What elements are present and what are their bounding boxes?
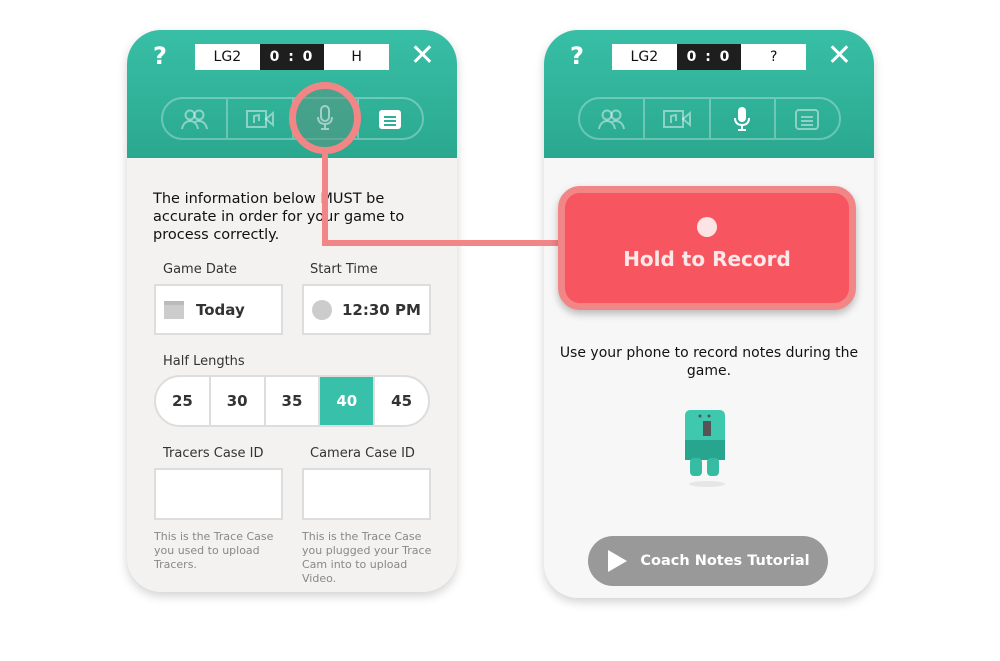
microphone-highlight[interactable] [289, 82, 361, 154]
description: Use your phone to record notes during th… [559, 345, 859, 379]
tab-microphone[interactable] [711, 99, 776, 138]
help-button[interactable]: ? [153, 42, 167, 70]
video-icon [245, 109, 274, 128]
play-icon [608, 550, 628, 572]
notes-icon [379, 109, 402, 129]
people-icon [597, 109, 625, 129]
coach-notes-screen: ? LG2 0 : 0 ? ✕ Use your phone to record… [544, 30, 874, 598]
home-away[interactable]: ? [741, 44, 807, 70]
alarm-clock-icon [312, 299, 332, 320]
help-button[interactable]: ? [570, 42, 584, 70]
camera-case-input[interactable] [302, 468, 431, 520]
robot-mascot-icon [685, 410, 725, 487]
close-button[interactable]: ✕ [827, 38, 852, 73]
game-date-label: Game Date [163, 262, 237, 277]
scoreboard: LG2 0 : 0 H [195, 44, 390, 70]
tab-video[interactable] [228, 99, 294, 138]
header: ? LG2 0 : 0 H ✕ [127, 30, 457, 158]
half-length-45[interactable]: 45 [375, 377, 428, 425]
home-away[interactable]: H [324, 44, 390, 70]
tracers-case-label: Tracers Case ID [163, 446, 264, 461]
camera-case-help: This is the Trace Case you plugged your … [302, 530, 432, 585]
start-time-label: Start Time [310, 262, 378, 277]
scoreboard: LG2 0 : 0 ? [612, 44, 807, 70]
record-label: Hold to Record [623, 247, 791, 271]
close-button[interactable]: ✕ [410, 38, 435, 73]
tab-notes[interactable] [776, 99, 839, 138]
connector-line [322, 240, 562, 246]
start-time-value: 12:30 PM [342, 300, 421, 319]
notes-icon [795, 108, 820, 130]
hold-to-record-button[interactable]: Hold to Record [558, 186, 856, 310]
half-length-35[interactable]: 35 [266, 377, 321, 425]
half-length-25[interactable]: 25 [156, 377, 211, 425]
half-length-selector: 25 30 35 40 45 [154, 375, 430, 427]
tracers-case-input[interactable] [154, 468, 283, 520]
tab-players[interactable] [163, 99, 229, 138]
video-icon [662, 109, 691, 128]
tab-notes[interactable] [359, 99, 422, 138]
connector-line [322, 150, 328, 246]
microphone-icon [317, 105, 333, 130]
tab-bar [578, 97, 841, 140]
calendar-icon [164, 300, 184, 319]
score: 0 : 0 [676, 44, 742, 70]
game-date-field[interactable]: Today [154, 284, 283, 335]
score: 0 : 0 [259, 44, 325, 70]
coach-notes-tutorial-button[interactable]: Coach Notes Tutorial [588, 536, 828, 586]
half-length-40[interactable]: 40 [320, 377, 376, 425]
microphone-icon [734, 106, 751, 131]
tutorial-label: Coach Notes Tutorial [640, 553, 810, 569]
header: ? LG2 0 : 0 ? ✕ [544, 30, 874, 158]
people-icon [180, 109, 208, 129]
camera-case-label: Camera Case ID [310, 446, 415, 461]
tab-players[interactable] [580, 99, 646, 138]
half-lengths-label: Half Lengths [163, 354, 245, 369]
intro-text: The information below MUST be accurate i… [153, 191, 405, 243]
tracers-case-help: This is the Trace Case you used to uploa… [154, 530, 274, 571]
start-time-field[interactable]: 12:30 PM [302, 284, 431, 335]
game-date-value: Today [196, 300, 245, 319]
half-length-30[interactable]: 30 [211, 377, 266, 425]
record-dot-icon [697, 217, 717, 237]
team-name: LG2 [195, 44, 260, 70]
team-name: LG2 [612, 44, 677, 70]
tab-video[interactable] [645, 99, 711, 138]
